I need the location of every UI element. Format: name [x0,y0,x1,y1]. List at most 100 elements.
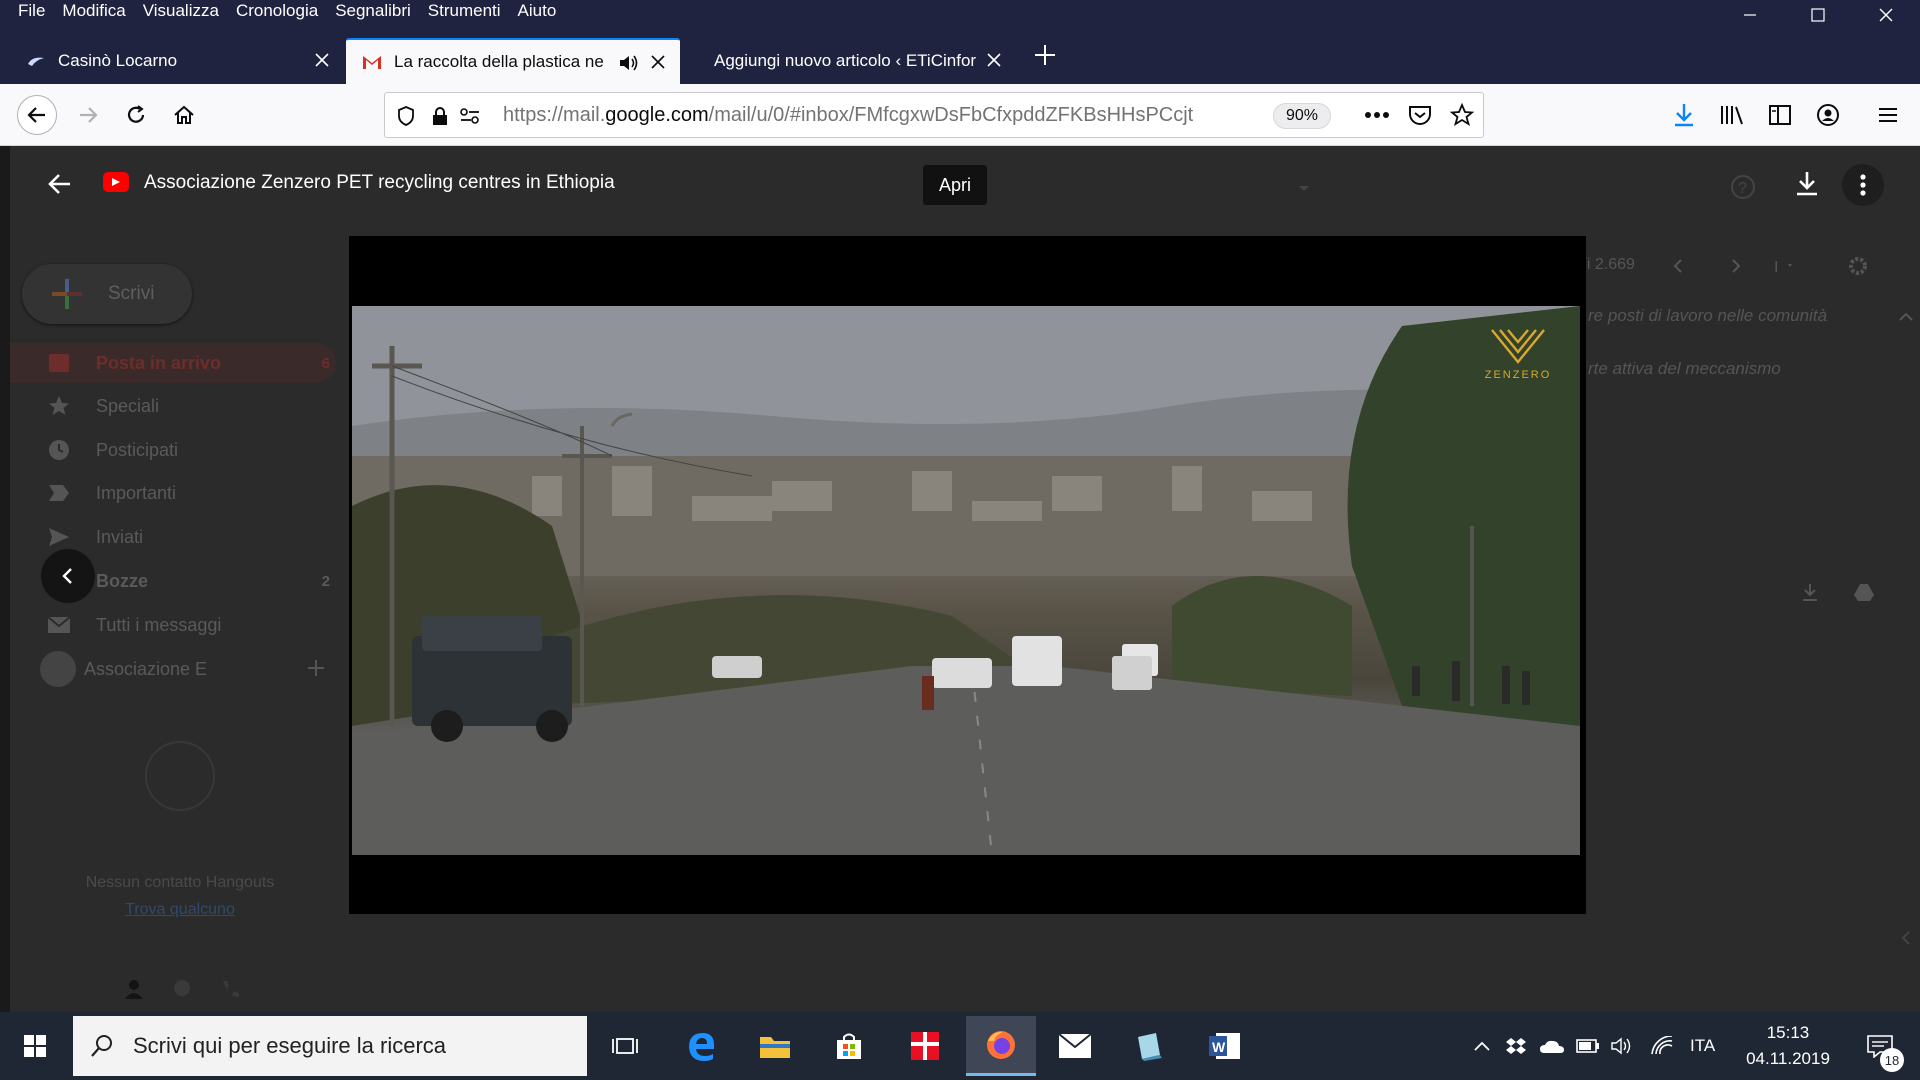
zenzero-logo: ZENZERO [1478,326,1558,381]
start-button[interactable] [0,1012,70,1080]
tab-gmail-active[interactable]: La raccolta della plastica ne [346,38,680,84]
collapse-sidebar-button[interactable] [41,549,95,603]
hamburger-menu-button[interactable] [1868,95,1908,135]
star-icon [1450,103,1474,126]
folder-inbox[interactable]: Posta in arrivo 6 [10,343,336,383]
dropbox-tray-icon[interactable] [1500,1012,1532,1080]
clock-icon [46,437,72,463]
tracking-shield-icon[interactable] [393,103,419,129]
new-tab-button[interactable] [1030,40,1060,70]
gear-icon[interactable] [1846,254,1870,278]
menu-modifica[interactable]: Modifica [54,1,134,21]
folder-important[interactable]: Importanti [10,473,336,513]
back-button[interactable] [17,95,57,135]
reload-icon [127,105,145,123]
tab-close-button[interactable] [648,52,668,72]
folder-count: 2 [321,572,330,590]
menu-bar: File Modifica Visualizza Cronologia Segn… [0,0,1920,22]
firefox-taskbar-button[interactable] [966,1016,1036,1076]
phone-tab-icon[interactable] [220,979,240,1004]
gmail-sidebar: Scrivi Posta in arrivo 6 Speciali Postic… [10,146,350,1012]
folder-label: Bozze [96,570,149,591]
task-view-button[interactable] [590,1016,660,1076]
mail-taskbar-button[interactable] [1040,1016,1110,1076]
menu-segnalibri[interactable]: Segnalibri [327,1,420,21]
folder-all-mail[interactable]: Tutti i messaggi [10,605,336,645]
tab-title: Casinò Locarno [58,51,178,70]
onedrive-tray-icon[interactable] [1536,1012,1568,1080]
menu-visualizza[interactable]: Visualizza [135,1,228,21]
add-hangout-icon[interactable] [306,658,326,683]
search-icon [91,1035,112,1057]
home-icon [174,105,194,124]
lock-icon[interactable] [427,103,453,129]
reload-button[interactable] [116,95,156,135]
input-tools-icon[interactable]: I [1772,254,1796,278]
menu-aiuto[interactable]: Aiuto [510,1,566,21]
find-someone-link[interactable]: Trova qualcuno [10,901,350,919]
tab-close-button[interactable] [312,50,332,70]
chevron-left-small-icon[interactable] [1894,926,1918,950]
download-attachment-icon[interactable] [1798,580,1822,604]
nav-bar: https://mail.google.com/mail/u/0/#inbox/… [0,84,1920,146]
video-player[interactable]: ZENZERO [349,236,1586,914]
input-language-indicator[interactable]: ITA [1690,1036,1715,1056]
hangouts-user-name: Associazione E [84,658,208,679]
chat-tab-icon[interactable] [172,979,192,1004]
tab-close-button[interactable] [984,50,1004,70]
audio-playing-icon[interactable] [618,53,640,78]
wifi-tray-icon[interactable] [1644,1012,1680,1080]
chevron-right-icon[interactable] [1724,254,1748,278]
battery-tray-icon[interactable] [1572,1012,1604,1080]
close-viewer-button[interactable] [46,170,74,203]
mail-icon [46,612,72,638]
library-button[interactable] [1712,95,1752,135]
gift-app-taskbar-button[interactable] [890,1016,960,1076]
taskbar-clock[interactable]: 15:13 04.11.2019 [1738,1020,1838,1072]
chevron-left-icon[interactable] [1666,254,1690,278]
show-hidden-icons-button[interactable] [1466,1012,1498,1080]
chevron-up-icon[interactable] [1894,304,1918,328]
downloads-button[interactable] [1664,95,1704,135]
help-icon[interactable]: ? [1730,174,1756,205]
zoom-level-button[interactable]: 90% [1273,103,1331,129]
account-button[interactable] [1808,95,1848,135]
permissions-icon[interactable] [457,103,483,129]
contacts-tab-icon[interactable] [124,979,144,1004]
folder-snoozed[interactable]: Posticipati [10,430,336,470]
url-bar[interactable]: https://mail.google.com/mail/u/0/#inbox/… [384,92,1484,138]
tab-casino-locarno[interactable]: Casinò Locarno [10,38,344,84]
minimize-icon [1744,14,1756,16]
word-taskbar-button[interactable]: W [1190,1016,1260,1076]
windows-taskbar: Scrivi qui per eseguire la ricerca W ITA… [0,1012,1920,1080]
sidebar-toggle-button[interactable] [1760,95,1800,135]
more-dots-icon [1365,112,1389,118]
open-button[interactable]: Apri [923,165,987,205]
store-taskbar-button[interactable] [814,1016,884,1076]
hangouts-user[interactable]: Associazione E [40,651,207,687]
drive-icon[interactable] [1852,580,1876,604]
pocket-button[interactable] [1400,95,1440,135]
taskbar-search-box[interactable]: Scrivi qui per eseguire la ricerca [73,1016,587,1076]
file-explorer-taskbar-button[interactable] [740,1016,810,1076]
compose-button[interactable]: Scrivi [22,264,192,324]
download-button[interactable] [1794,170,1820,203]
folder-starred[interactable]: Speciali [10,386,336,426]
tab-eticinfo[interactable]: Aggiungi nuovo articolo ‹ ETiCinfor [682,38,1016,84]
edge-taskbar-button[interactable] [666,1016,736,1076]
more-options-button[interactable] [1842,164,1884,206]
menu-cronologia[interactable]: Cronologia [228,1,327,21]
action-center-button[interactable]: 18 [1852,1012,1908,1080]
menu-strumenti[interactable]: Strumenti [420,1,510,21]
url-text[interactable]: https://mail.google.com/mail/u/0/#inbox/… [503,104,1243,127]
important-icon [46,480,72,506]
bookmark-star-button[interactable] [1442,95,1482,135]
volume-tray-icon[interactable] [1606,1012,1638,1080]
notes-taskbar-button[interactable] [1114,1016,1184,1076]
menu-file[interactable]: File [0,1,54,21]
sidebar-icon [1769,105,1791,125]
chevron-up-icon [1474,1041,1490,1051]
home-button[interactable] [164,95,204,135]
page-actions-button[interactable] [1357,95,1397,135]
forward-button[interactable] [68,95,108,135]
